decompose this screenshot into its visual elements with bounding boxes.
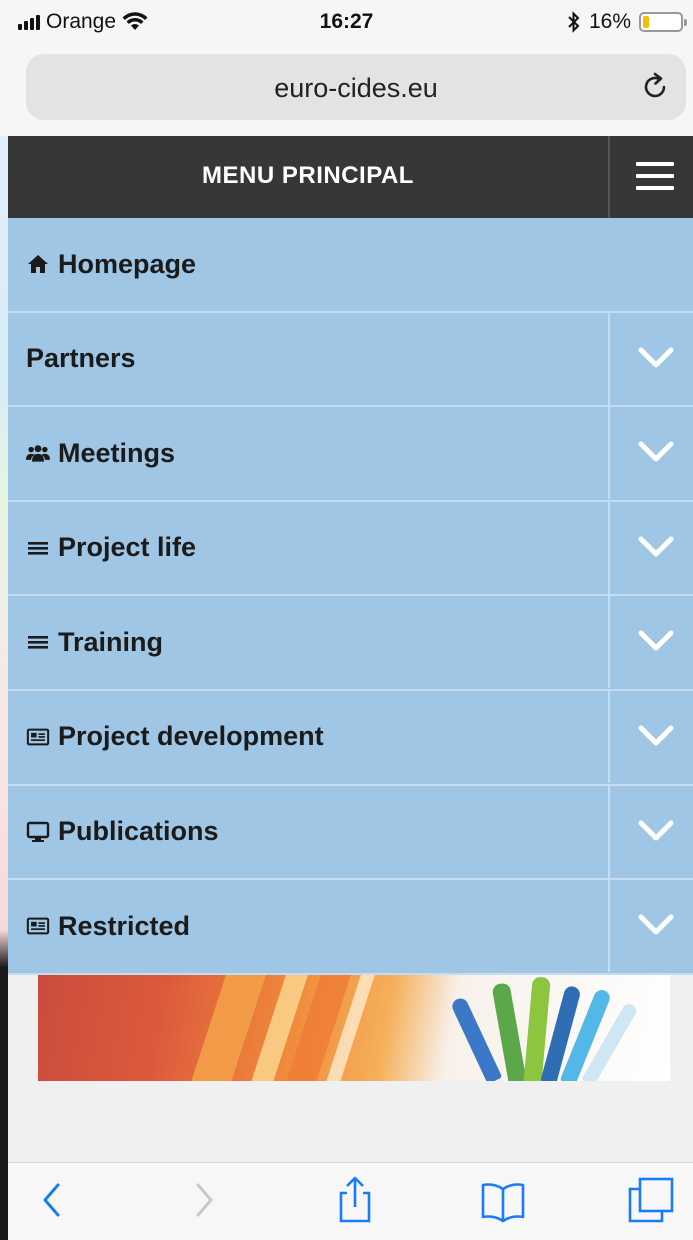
chevron-down-icon[interactable]	[638, 820, 674, 842]
chevron-down-icon[interactable]	[638, 536, 674, 558]
menu-item-training[interactable]: Training	[8, 596, 693, 691]
menu-item-restricted[interactable]: Restricted	[8, 880, 693, 975]
desktop-icon	[26, 821, 50, 842]
newspaper-icon	[26, 728, 50, 746]
battery-icon	[639, 12, 687, 32]
menu-item-label-wrap[interactable]: Restricted	[26, 880, 190, 972]
chevron-down-icon[interactable]	[638, 630, 674, 652]
header-banner-image	[38, 975, 670, 1081]
submenu-toggle[interactable]	[608, 407, 693, 500]
menu-item-label[interactable]: Publications	[58, 816, 219, 847]
submenu-toggle[interactable]	[608, 501, 693, 594]
submenu-toggle[interactable]	[608, 880, 693, 973]
newspaper-icon	[26, 917, 50, 935]
menu-item-label[interactable]: Restricted	[58, 911, 190, 942]
browser-chrome: euro-cides.eu	[0, 48, 693, 136]
users-icon	[26, 445, 50, 462]
page-background-strip	[0, 0, 8, 1240]
hamburger-icon[interactable]	[636, 162, 674, 190]
chevron-down-icon[interactable]	[638, 441, 674, 463]
address-bar[interactable]: euro-cides.eu	[26, 54, 686, 120]
menu-item-partners[interactable]: Partners	[8, 312, 693, 408]
main-menu-header: MENU PRINCIPAL	[8, 136, 693, 218]
menu-item-label[interactable]: Project development	[58, 721, 324, 752]
list-icon	[28, 636, 48, 649]
bookmarks-icon[interactable]	[478, 1175, 528, 1225]
chevron-down-icon[interactable]	[638, 347, 674, 369]
submenu-toggle[interactable]	[608, 596, 693, 689]
menu-item-homepage[interactable]: Homepage	[8, 218, 693, 313]
menu-item-label[interactable]: Homepage	[58, 249, 196, 280]
url-text[interactable]: euro-cides.eu	[26, 73, 686, 104]
status-right: 16%	[567, 10, 687, 34]
menu-item-label-wrap[interactable]: Partners	[26, 313, 136, 405]
menu-item-label-wrap[interactable]: Project life	[26, 502, 196, 594]
menu-item-label[interactable]: Training	[58, 627, 163, 658]
status-bar: Orange 16:27 16%	[0, 0, 693, 48]
home-icon	[28, 255, 48, 273]
back-icon[interactable]	[28, 1175, 78, 1225]
chevron-down-icon[interactable]	[638, 725, 674, 747]
forward-icon[interactable]	[178, 1175, 228, 1225]
menu-item-project-life[interactable]: Project life	[8, 501, 693, 597]
reload-icon[interactable]	[638, 70, 672, 104]
bluetooth-icon	[568, 11, 580, 33]
menu-item-meetings[interactable]: Meetings	[8, 407, 693, 502]
main-menu-list: Homepage Partners Meetings Project life …	[8, 218, 693, 975]
menu-item-label-wrap[interactable]: Project development	[26, 691, 324, 783]
list-icon	[28, 541, 48, 555]
share-icon[interactable]	[330, 1175, 380, 1225]
menu-item-project-development[interactable]: Project development	[8, 690, 693, 786]
submenu-toggle[interactable]	[608, 785, 693, 878]
menu-item-label-wrap[interactable]: Meetings	[26, 407, 175, 499]
menu-item-label[interactable]: Meetings	[58, 438, 175, 469]
chevron-down-icon[interactable]	[638, 914, 674, 936]
browser-toolbar	[8, 1162, 693, 1240]
menu-header-divider	[608, 136, 610, 218]
menu-item-publications[interactable]: Publications	[8, 785, 693, 881]
submenu-toggle[interactable]	[608, 690, 693, 783]
battery-level	[643, 16, 649, 28]
menu-item-label[interactable]: Project life	[58, 532, 196, 563]
menu-item-label-wrap[interactable]: Homepage	[26, 218, 196, 310]
battery-percent: 16%	[588, 10, 631, 33]
menu-title: MENU PRINCIPAL	[202, 162, 414, 189]
menu-item-label-wrap[interactable]: Training	[26, 596, 163, 688]
menu-item-label-wrap[interactable]: Publications	[26, 786, 219, 878]
menu-item-label[interactable]: Partners	[26, 343, 136, 374]
tabs-icon[interactable]	[626, 1175, 676, 1225]
submenu-toggle[interactable]	[608, 312, 693, 405]
